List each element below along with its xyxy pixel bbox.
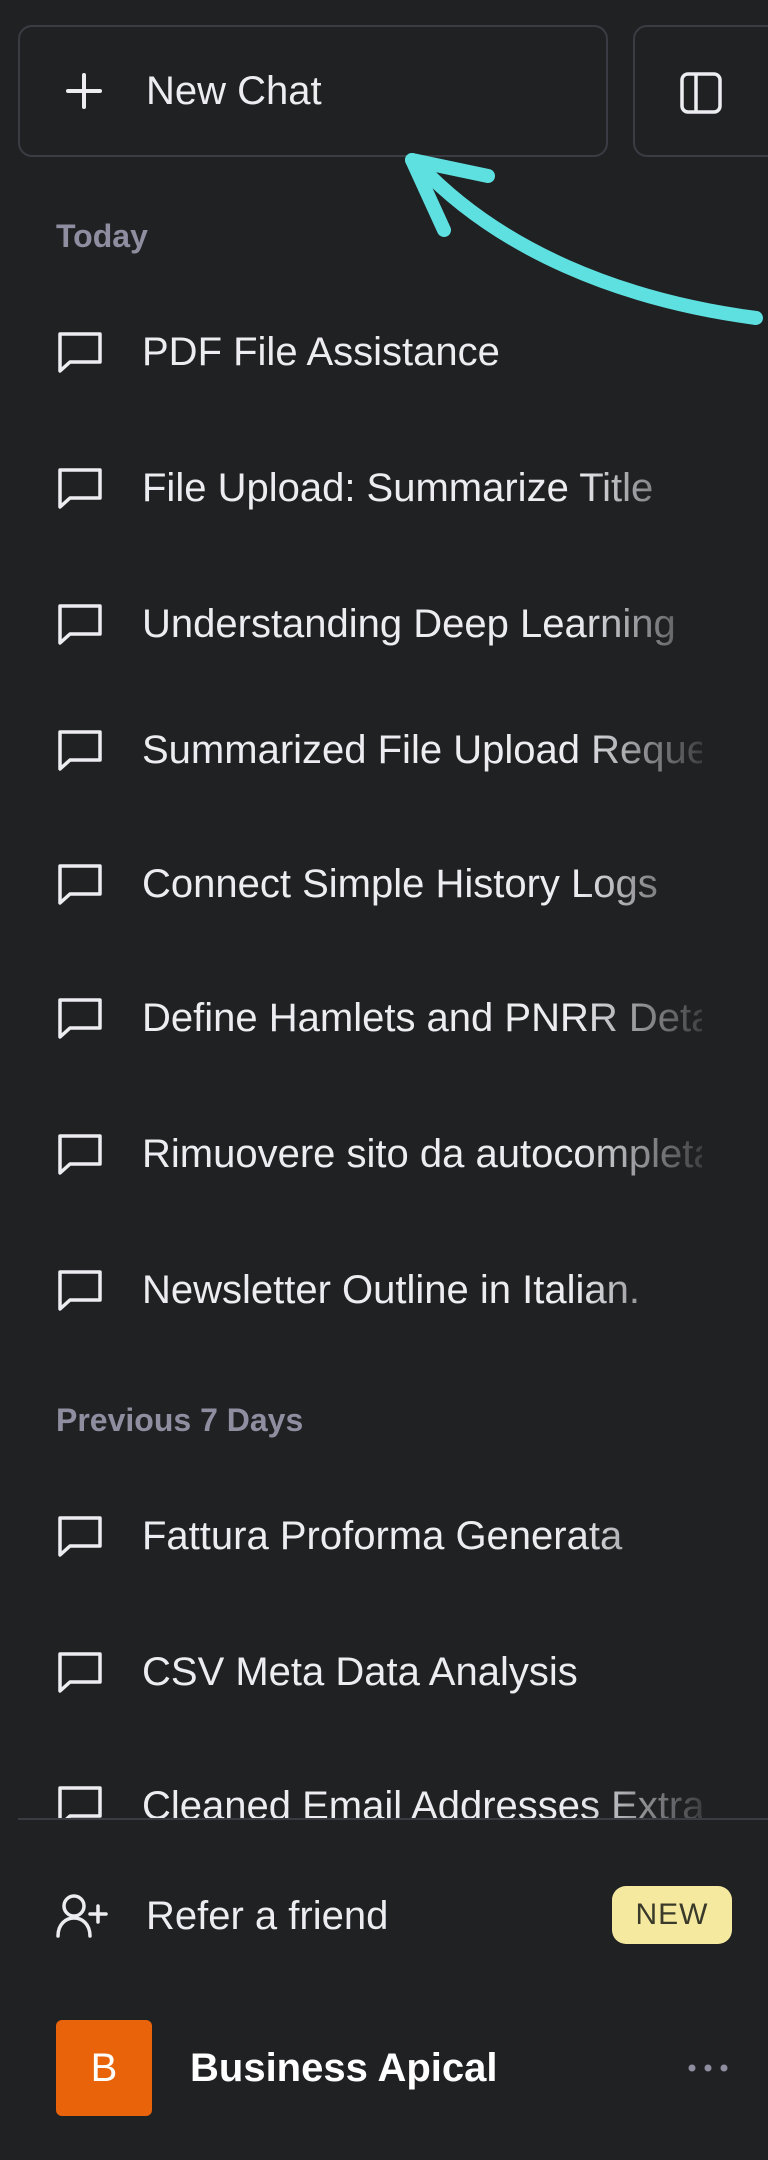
chat-bubble-icon (58, 604, 102, 645)
footer-divider (18, 1818, 768, 1820)
chat-bubble-icon (58, 1786, 102, 1818)
section-label-previous-7-days: Previous 7 Days (56, 1402, 304, 1438)
sidebar: New Chat Today PDF File Assistance File … (0, 0, 768, 2160)
chat-bubble-icon (58, 1270, 102, 1311)
chat-item-title: Understanding Deep Learning (142, 601, 676, 646)
chat-bubble-icon (58, 730, 102, 771)
chat-item-title: Summarized File Upload Request (142, 727, 702, 772)
plus-icon (66, 73, 102, 109)
chat-bubble-icon (58, 468, 102, 509)
account-menu-button[interactable]: B Business Apical (56, 2020, 756, 2116)
avatar: B (56, 2020, 152, 2116)
chat-item[interactable]: Summarized File Upload Request (56, 710, 716, 790)
account-name: Business Apical (190, 2045, 498, 2090)
chat-item[interactable]: Fattura Proforma Generata (56, 1496, 716, 1576)
chat-bubble-icon (58, 864, 102, 905)
chat-bubble-icon (58, 332, 102, 373)
chat-item[interactable]: Newsletter Outline in Italian. (56, 1250, 716, 1330)
chat-bubble-icon (58, 1652, 102, 1693)
new-chat-button[interactable]: New Chat (18, 25, 608, 157)
chat-bubble-icon (58, 998, 102, 1039)
chat-item[interactable]: Connect Simple History Logs (56, 844, 716, 924)
chat-item[interactable]: Define Hamlets and PNRR Details (56, 978, 716, 1058)
sidebar-toggle-icon (680, 72, 722, 114)
chat-item-title: PDF File Assistance (142, 329, 500, 374)
chat-item[interactable]: PDF File Assistance (56, 312, 716, 392)
refer-a-friend-label: Refer a friend (146, 1893, 389, 1938)
chat-item-title: Newsletter Outline in Italian. (142, 1267, 641, 1312)
more-options-icon[interactable] (686, 2058, 730, 2078)
new-badge: NEW (612, 1886, 732, 1944)
history-scroll-area[interactable]: New Chat Today PDF File Assistance File … (0, 0, 768, 1818)
chat-item-title: Connect Simple History Logs (142, 861, 658, 906)
chat-item-title: Fattura Proforma Generata (142, 1513, 623, 1558)
chat-item[interactable]: Cleaned Email Addresses Extracted (56, 1766, 716, 1818)
section-label-today: Today (56, 218, 148, 254)
chat-bubble-icon (58, 1516, 102, 1557)
chat-item-title: Rimuovere sito da autocompletamento (142, 1131, 702, 1176)
chat-item[interactable]: Rimuovere sito da autocompletamento (56, 1114, 716, 1194)
chat-item-title: Define Hamlets and PNRR Details (142, 995, 702, 1040)
new-chat-label: New Chat (146, 68, 322, 113)
add-user-icon (56, 1894, 108, 1938)
chat-bubble-icon (58, 1134, 102, 1175)
chat-item[interactable]: Understanding Deep Learning (56, 584, 716, 664)
chat-item[interactable]: CSV Meta Data Analysis (56, 1632, 716, 1712)
chat-item-title: CSV Meta Data Analysis (142, 1649, 578, 1694)
toggle-sidebar-button[interactable] (633, 25, 768, 157)
chat-item[interactable]: File Upload: Summarize Title (56, 448, 716, 528)
chat-item-title: Cleaned Email Addresses Extracted (142, 1783, 702, 1819)
chat-item-title: File Upload: Summarize Title (142, 465, 654, 510)
